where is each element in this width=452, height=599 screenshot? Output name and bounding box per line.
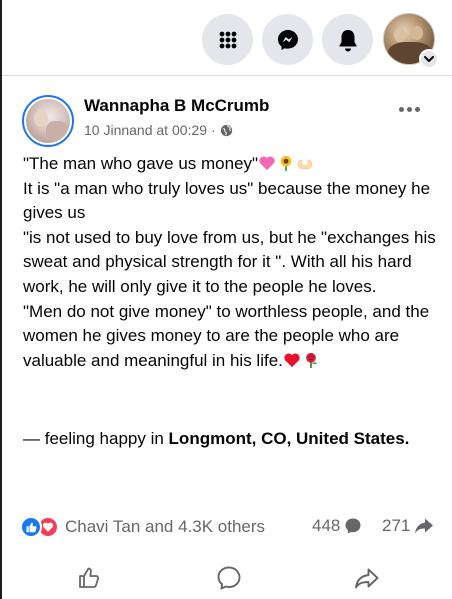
menu-grid-icon bbox=[219, 31, 236, 48]
comment-bubble-icon bbox=[345, 518, 361, 534]
reactions-text[interactable]: Chavi Tan and 4.3K others bbox=[65, 517, 265, 537]
pink-heart-emoji-icon bbox=[259, 156, 275, 171]
rose-emoji-icon bbox=[306, 352, 318, 368]
author-avatar bbox=[26, 99, 70, 143]
post-text: "The man who gave us money" It is "a man… bbox=[23, 152, 443, 373]
comment-icon bbox=[217, 566, 241, 590]
post-card: Wannapha B McCrumb 10 Jinnand at 00:29 ·… bbox=[2, 77, 452, 599]
feeling-suffix: . bbox=[404, 429, 410, 448]
reactions-summary[interactable]: Chavi Tan and 4.3K others bbox=[20, 516, 265, 538]
chevron-down-icon bbox=[419, 49, 439, 69]
messenger-icon bbox=[277, 29, 298, 50]
post-text-line-4: "Men do not give money" to worthless peo… bbox=[23, 301, 434, 370]
share-arrow-icon bbox=[415, 518, 434, 534]
red-heart-emoji-icon bbox=[284, 353, 300, 367]
post-text-line-2: It is "a man who truly loves us" because… bbox=[23, 178, 435, 223]
like-reaction-icon bbox=[20, 516, 42, 538]
comment-button[interactable] bbox=[214, 563, 244, 593]
notifications-button[interactable] bbox=[322, 14, 373, 65]
messenger-button[interactable] bbox=[262, 14, 313, 65]
comments-count-value: 448 bbox=[312, 516, 341, 535]
top-navigation-bar bbox=[2, 0, 452, 76]
feeling-prefix: — feeling happy in bbox=[23, 429, 169, 448]
author-avatar-link[interactable] bbox=[22, 95, 74, 147]
post-text-line-3: "is not used to buy love from us, but he… bbox=[23, 227, 441, 296]
account-menu-button[interactable] bbox=[383, 13, 439, 69]
meta-separator: · bbox=[211, 122, 216, 138]
feeling-place-link[interactable]: Longmont, CO, United States bbox=[169, 429, 405, 448]
comments-count[interactable]: 448 bbox=[312, 516, 362, 536]
shares-count-value: 271 bbox=[382, 516, 411, 535]
like-button[interactable] bbox=[74, 563, 104, 593]
sunflower-emoji-icon bbox=[280, 155, 292, 171]
share-icon bbox=[355, 568, 379, 589]
menu-button[interactable] bbox=[202, 14, 253, 65]
shares-count[interactable]: 271 bbox=[382, 516, 434, 536]
more-options-button[interactable] bbox=[399, 107, 420, 112]
bell-icon bbox=[339, 29, 356, 51]
post-feeling: — feeling happy in Longmont, CO, United … bbox=[23, 427, 433, 452]
post-meta: 10 Jinnand at 00:29 · bbox=[84, 122, 233, 138]
post-text-line-1: "The man who gave us money" bbox=[23, 154, 259, 173]
share-button[interactable] bbox=[352, 563, 382, 593]
globe-icon bbox=[220, 124, 232, 136]
post-timestamp[interactable]: 10 Jinnand at 00:29 bbox=[84, 122, 207, 138]
heart-hands-emoji-icon bbox=[297, 159, 313, 169]
like-icon bbox=[79, 567, 99, 588]
author-name[interactable]: Wannapha B McCrumb bbox=[84, 96, 269, 116]
